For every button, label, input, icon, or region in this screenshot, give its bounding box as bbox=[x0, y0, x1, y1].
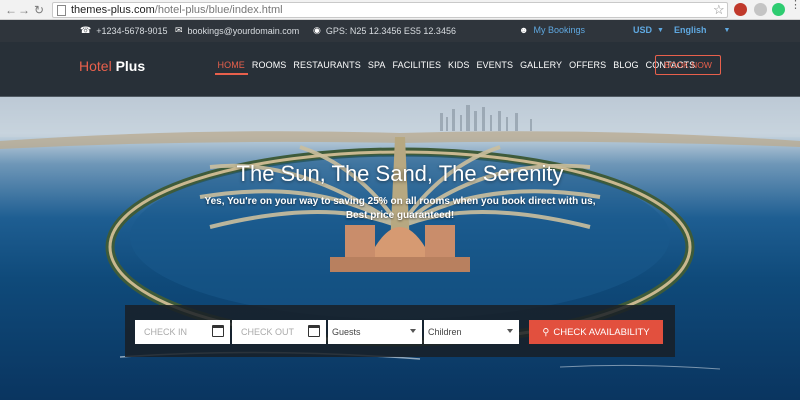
check-in-placeholder: CHECK IN bbox=[144, 327, 188, 337]
language-value: English bbox=[674, 25, 707, 35]
main-nav: HOME ROOMS RESTAURANTS SPA FACILITIES KI… bbox=[214, 60, 699, 70]
chevron-down-icon bbox=[507, 329, 513, 333]
nav-rooms[interactable]: ROOMS bbox=[248, 60, 290, 70]
email-address: bookings@yourdomain.com bbox=[187, 25, 300, 36]
chevron-down-icon bbox=[410, 329, 416, 333]
calendar-icon[interactable] bbox=[308, 325, 320, 337]
nav-facilities[interactable]: FACILITIES bbox=[389, 60, 445, 70]
hero-subtitle-line2: Best price guaranteed! bbox=[345, 210, 455, 221]
browser-toolbar: ← → ↻ themes-plus.com/hotel-plus/blue/in… bbox=[0, 0, 800, 20]
address-bar[interactable]: themes-plus.com/hotel-plus/blue/index.ht… bbox=[52, 2, 728, 18]
email-info: ✉ bookings@yourdomain.com bbox=[175, 25, 299, 36]
url-path: /hotel-plus/blue/index.html bbox=[154, 4, 283, 16]
nav-events[interactable]: EVENTS bbox=[473, 60, 517, 70]
site-header: Hotel Plus HOME ROOMS RESTAURANTS SPA FA… bbox=[0, 42, 800, 97]
bookmark-star-icon[interactable]: ☆ bbox=[713, 2, 725, 18]
phone-info: ☎ +1234-5678-9015 bbox=[80, 25, 168, 36]
browser-menu-icon[interactable]: ⋮ bbox=[790, 0, 800, 11]
nav-home[interactable]: HOME bbox=[214, 60, 248, 70]
book-now-button[interactable]: BOOK NOW bbox=[655, 55, 721, 75]
check-in-field[interactable]: CHECK IN bbox=[135, 320, 230, 344]
active-nav-indicator bbox=[215, 73, 248, 75]
my-bookings-label: My Bookings bbox=[533, 25, 586, 35]
check-out-field[interactable]: CHECK OUT bbox=[232, 320, 326, 344]
url-host: themes-plus.com bbox=[71, 4, 155, 16]
extension-icon[interactable] bbox=[772, 3, 785, 16]
hero-title: The Sun, The Sand, The Serenity bbox=[236, 161, 564, 186]
nav-blog[interactable]: BLOG bbox=[610, 60, 642, 70]
nav-offers[interactable]: OFFERS bbox=[566, 60, 610, 70]
children-select[interactable]: Children bbox=[424, 320, 519, 344]
check-availability-button[interactable]: ⚲ CHECK AVAILABILITY bbox=[529, 320, 663, 344]
logo-text-plus: Plus bbox=[115, 58, 146, 74]
phone-icon: ☎ bbox=[80, 25, 92, 35]
extension-icon[interactable] bbox=[754, 3, 767, 16]
check-availability-label: CHECK AVAILABILITY bbox=[553, 326, 650, 338]
guests-value: Guests bbox=[332, 327, 361, 337]
nav-restaurants[interactable]: RESTAURANTS bbox=[290, 60, 364, 70]
nav-gallery[interactable]: GALLERY bbox=[517, 60, 566, 70]
booking-form: CHECK IN CHECK OUT Guests Children ⚲ CHE… bbox=[125, 305, 675, 357]
page-icon bbox=[57, 4, 66, 16]
reload-icon[interactable]: ↻ bbox=[30, 1, 48, 19]
hero-subtitle: Yes, You're on your way to saving 25% on… bbox=[200, 195, 600, 223]
map-marker-icon: ◉ bbox=[313, 25, 321, 35]
children-value: Children bbox=[428, 327, 462, 337]
check-out-placeholder: CHECK OUT bbox=[241, 327, 295, 337]
calendar-icon[interactable] bbox=[212, 325, 224, 337]
currency-selector[interactable]: USD ▼ bbox=[633, 25, 664, 35]
phone-number: +1234-5678-9015 bbox=[96, 25, 168, 36]
nav-kids[interactable]: KIDS bbox=[445, 60, 473, 70]
extension-icon[interactable] bbox=[734, 3, 747, 16]
top-info-bar: ☎ +1234-5678-9015 ✉ bookings@yourdomain.… bbox=[0, 20, 800, 42]
gps-info: ◉ GPS: N25 12.3456 ES5 12.3456 bbox=[313, 25, 456, 36]
guests-select[interactable]: Guests bbox=[328, 320, 422, 344]
my-bookings-link[interactable]: ☻ My Bookings bbox=[519, 25, 585, 35]
site-logo[interactable]: Hotel Plus bbox=[79, 58, 145, 74]
logo-text-hotel: Hotel bbox=[79, 58, 112, 74]
language-selector[interactable]: English ▼ bbox=[674, 25, 730, 35]
chevron-down-icon: ▼ bbox=[657, 26, 664, 34]
currency-value: USD bbox=[633, 25, 653, 35]
hero-subtitle-line1: Yes, You're on your way to saving 25% on… bbox=[204, 196, 596, 207]
chevron-down-icon: ▼ bbox=[723, 26, 731, 34]
user-icon: ☻ bbox=[519, 25, 529, 35]
hero-banner: The Sun, The Sand, The Serenity Yes, You… bbox=[0, 97, 800, 400]
envelope-icon: ✉ bbox=[175, 25, 183, 35]
gps-coordinates: GPS: N25 12.3456 ES5 12.3456 bbox=[325, 25, 456, 36]
nav-spa[interactable]: SPA bbox=[364, 60, 389, 70]
search-icon: ⚲ bbox=[542, 326, 550, 338]
